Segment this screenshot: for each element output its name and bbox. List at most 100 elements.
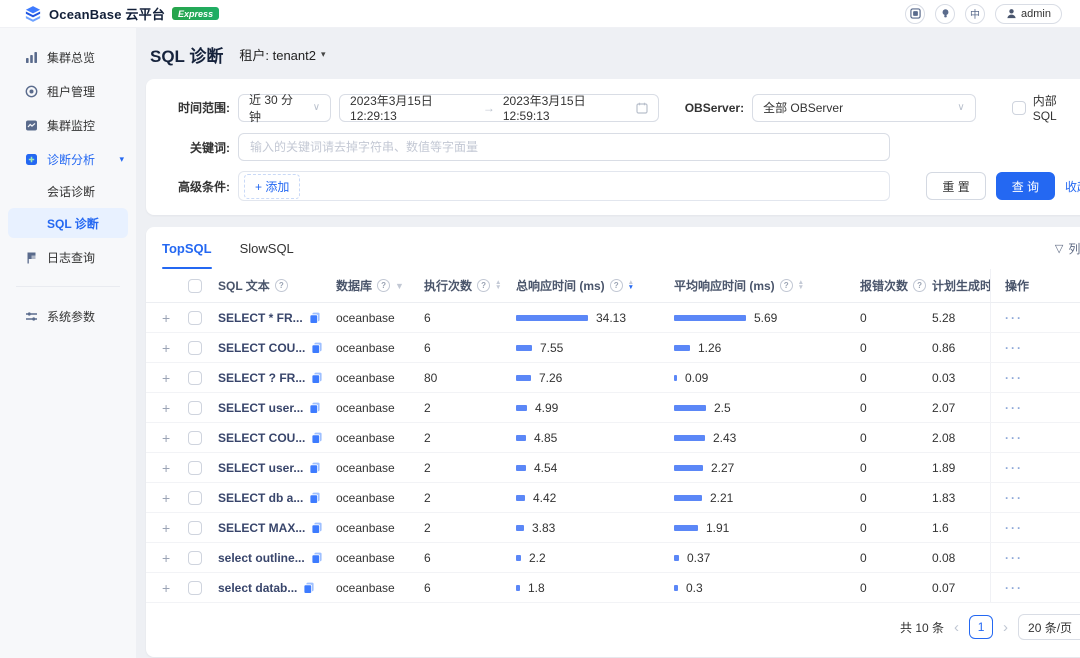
sidebar-item-log-query[interactable]: 日志查询 — [0, 240, 136, 274]
column-header-total: 总响应时间 (ms)?▲▼ — [516, 277, 674, 294]
tabs-row: TopSQL SlowSQL ▽ 列管理 — [146, 227, 1080, 269]
copy-icon[interactable] — [309, 492, 321, 504]
copy-icon[interactable] — [309, 462, 321, 474]
copy-icon[interactable] — [311, 522, 323, 534]
expand-row-button[interactable]: + — [162, 370, 170, 386]
more-actions-button[interactable]: ··· — [1005, 551, 1023, 565]
sql-text[interactable]: SELECT COU... — [218, 431, 305, 445]
sql-text[interactable]: select datab... — [218, 581, 297, 595]
tab-topsql[interactable]: TopSQL — [162, 227, 212, 269]
sidebar-item-system-parameters[interactable]: 系统参数 — [0, 299, 136, 333]
workbench-icon[interactable] — [905, 4, 925, 24]
add-condition-button[interactable]: + 添加 — [244, 174, 300, 199]
more-actions-button[interactable]: ··· — [1005, 311, 1023, 325]
internal-sql-checkbox[interactable]: 内部 SQL ? — [1012, 92, 1080, 123]
row-checkbox[interactable] — [188, 461, 202, 475]
sql-text[interactable]: SELECT COU... — [218, 341, 305, 355]
topbar-actions: 中 admin — [905, 4, 1062, 24]
sorter-icon[interactable]: ▲▼ — [495, 281, 501, 290]
keyword-label: 关键词: — [166, 139, 230, 156]
actions-cell: ··· — [990, 393, 1050, 422]
more-actions-button[interactable]: ··· — [1005, 371, 1023, 385]
sql-text[interactable]: SELECT MAX... — [218, 521, 305, 535]
column-manage-button[interactable]: ▽ 列管理 — [1055, 240, 1080, 257]
copy-icon[interactable] — [311, 552, 323, 564]
row-checkbox[interactable] — [188, 341, 202, 355]
query-button[interactable]: 查 询 — [996, 172, 1055, 200]
prev-page-button[interactable]: ‹ — [954, 620, 959, 635]
row-checkbox[interactable] — [188, 401, 202, 415]
more-actions-button[interactable]: ··· — [1005, 491, 1023, 505]
user-menu[interactable]: admin — [995, 4, 1062, 24]
expand-row-button[interactable]: + — [162, 460, 170, 476]
sql-text[interactable]: select outline... — [218, 551, 305, 565]
tab-slowsql[interactable]: SlowSQL — [240, 227, 294, 269]
checkbox[interactable] — [1012, 101, 1026, 115]
filter-funnel-icon[interactable]: ▼ — [395, 281, 404, 291]
row-checkbox[interactable] — [188, 491, 202, 505]
sorter-icon[interactable]: ▲▼ — [628, 281, 634, 290]
copy-icon[interactable] — [311, 342, 323, 354]
expand-row-button[interactable]: + — [162, 490, 170, 506]
page-size-select[interactable]: 20 条/页 ∨ — [1018, 614, 1080, 640]
copy-icon[interactable] — [309, 402, 321, 414]
data-bar — [674, 465, 703, 471]
row-checkbox[interactable] — [188, 431, 202, 445]
sql-text[interactable]: SELECT user... — [218, 461, 303, 475]
more-actions-button[interactable]: ··· — [1005, 431, 1023, 445]
more-actions-button[interactable]: ··· — [1005, 461, 1023, 475]
sidebar-item-session-diagnosis[interactable]: 会话诊断 — [0, 176, 136, 206]
keyword-input[interactable] — [238, 133, 890, 161]
language-toggle[interactable]: 中 — [965, 4, 985, 24]
metric-value: 2.43 — [713, 431, 736, 445]
more-actions-button[interactable]: ··· — [1005, 581, 1023, 595]
date-range-picker[interactable]: 2023年3月15日 12:29:13 → 2023年3月15日 12:59:1… — [339, 94, 659, 122]
copy-icon[interactable] — [309, 312, 321, 324]
time-preset-select[interactable]: 近 30 分钟 ∨ — [238, 94, 331, 122]
start-date: 2023年3月15日 12:29:13 — [350, 92, 475, 123]
row-checkbox[interactable] — [188, 311, 202, 325]
expand-row-button[interactable]: + — [162, 580, 170, 596]
sidebar-item-sql-diagnosis[interactable]: SQL 诊断 — [8, 208, 128, 238]
expand-row-button[interactable]: + — [162, 310, 170, 326]
sidebar-item-diagnosis[interactable]: 诊断分析 ▾ — [0, 142, 136, 176]
sql-text[interactable]: SELECT user... — [218, 401, 303, 415]
next-page-button[interactable]: › — [1003, 620, 1008, 635]
select-all-checkbox[interactable] — [188, 279, 202, 293]
column-label: SQL 文本 — [218, 277, 270, 294]
sidebar-item-cluster-monitor[interactable]: 集群监控 — [0, 108, 136, 142]
collapse-link[interactable]: 收起 ∧ — [1065, 178, 1080, 195]
reset-button[interactable]: 重 置 — [926, 172, 985, 200]
row-checkbox[interactable] — [188, 581, 202, 595]
data-bar — [674, 435, 705, 441]
sidebar-item-tenant-management[interactable]: 租户管理 — [0, 74, 136, 108]
more-actions-button[interactable]: ··· — [1005, 521, 1023, 535]
copy-icon[interactable] — [303, 582, 315, 594]
expand-row-button[interactable]: + — [162, 430, 170, 446]
expand-row-button[interactable]: + — [162, 340, 170, 356]
row-checkbox[interactable] — [188, 371, 202, 385]
more-actions-button[interactable]: ··· — [1005, 341, 1023, 355]
sql-text[interactable]: SELECT ? FR... — [218, 371, 305, 385]
tenant-selector[interactable]: 租户: tenant2 ▾ — [239, 45, 325, 64]
page-number-button[interactable]: 1 — [969, 615, 993, 639]
copy-icon[interactable] — [311, 432, 323, 444]
bulb-icon[interactable] — [935, 4, 955, 24]
more-actions-button[interactable]: ··· — [1005, 401, 1023, 415]
expand-row-button[interactable]: + — [162, 520, 170, 536]
sql-text-cell: SELECT db a... — [218, 491, 336, 505]
row-checkbox[interactable] — [188, 551, 202, 565]
column-header-exec: 执行次数?▲▼ — [424, 277, 516, 294]
copy-icon[interactable] — [311, 372, 323, 384]
expand-row-button[interactable]: + — [162, 550, 170, 566]
sql-text[interactable]: SELECT * FR... — [218, 311, 303, 325]
checkbox-cell — [188, 521, 218, 535]
sidebar-item-cluster-overview[interactable]: 集群总览 — [0, 40, 136, 74]
sorter-icon[interactable]: ▲▼ — [798, 281, 804, 290]
row-checkbox[interactable] — [188, 521, 202, 535]
metric-value: 4.99 — [535, 401, 558, 415]
expand-row-button[interactable]: + — [162, 400, 170, 416]
sql-text[interactable]: SELECT db a... — [218, 491, 303, 505]
observer-select[interactable]: 全部 OBServer ∨ — [752, 94, 976, 122]
data-bar — [674, 375, 677, 381]
